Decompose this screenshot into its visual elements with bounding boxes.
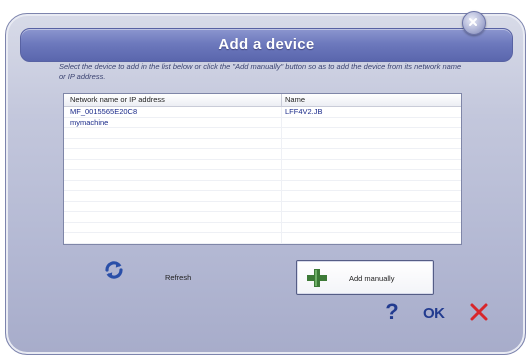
row-name	[282, 118, 461, 128]
device-list[interactable]: Network name or IP address Name MF_00155…	[63, 93, 462, 245]
list-body: MF_0015565E20C8 LFF4V2.JB mymachine	[64, 107, 461, 244]
title-bar[interactable]: Add a device	[20, 28, 513, 62]
refresh-button[interactable]	[103, 259, 125, 281]
empty-row	[64, 212, 461, 223]
column-header-address[interactable]: Network name or IP address	[64, 94, 282, 106]
list-header: Network name or IP address Name	[64, 94, 461, 107]
empty-row	[64, 149, 461, 160]
empty-row	[64, 201, 461, 212]
dialog-title: Add a device	[218, 36, 315, 53]
row-address: mymachine	[64, 117, 282, 127]
table-row[interactable]: MF_0015565E20C8 LFF4V2.JB	[64, 107, 461, 118]
instruction-text: Select the device to add in the list bel…	[59, 62, 462, 81]
row-address: MF_0015565E20C8	[64, 107, 282, 117]
x-icon	[470, 303, 488, 321]
empty-row	[64, 233, 461, 244]
empty-row	[64, 138, 461, 149]
refresh-icon	[105, 261, 123, 279]
close-icon	[469, 18, 477, 26]
table-row[interactable]: mymachine	[64, 117, 461, 128]
empty-row	[64, 180, 461, 191]
empty-row	[64, 170, 461, 181]
help-button[interactable]: ?	[383, 300, 401, 324]
empty-row	[64, 128, 461, 139]
cancel-button[interactable]	[469, 302, 489, 322]
add-manually-label: Add manually	[349, 274, 395, 283]
close-button[interactable]	[462, 11, 486, 35]
column-header-name[interactable]: Name	[282, 94, 461, 106]
empty-row	[64, 159, 461, 170]
row-name: LFF4V2.JB	[285, 107, 323, 116]
plus-icon	[307, 269, 327, 287]
ok-button[interactable]: OK	[423, 305, 445, 322]
empty-row	[64, 222, 461, 233]
add-manually-button[interactable]: Add manually	[296, 260, 434, 295]
refresh-label[interactable]: Refresh	[165, 273, 191, 282]
empty-row	[64, 191, 461, 202]
